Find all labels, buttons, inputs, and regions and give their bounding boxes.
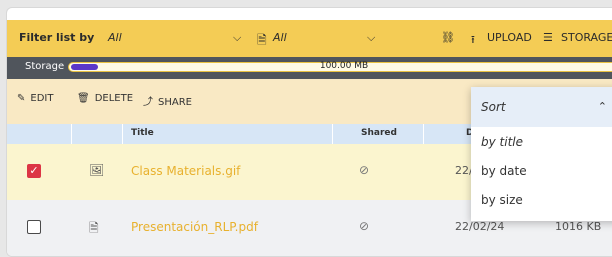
- file-name[interactable]: Presentación_RLP.pdf: [131, 220, 258, 234]
- file-size: 1016 KB: [555, 220, 602, 233]
- not-shared-icon: ⊘: [359, 163, 370, 177]
- storage-label: Storage: [25, 61, 65, 72]
- file-name[interactable]: Class Materials.gif: [131, 164, 240, 178]
- delete-label: DELETE: [94, 93, 134, 104]
- sort-option-date[interactable]: by date: [481, 164, 527, 178]
- edit-label: EDIT: [30, 93, 54, 104]
- sort-option-title[interactable]: by title: [481, 135, 523, 149]
- storage-icon[interactable]: ☰: [543, 31, 553, 44]
- not-shared-icon: ⊘: [359, 219, 370, 233]
- link-icon[interactable]: ⛓: [441, 31, 455, 44]
- upload-button[interactable]: UPLOAD: [487, 31, 532, 44]
- image-file-icon: 🖼: [89, 163, 105, 177]
- share-button[interactable]: ⤴ SHARE: [143, 93, 192, 108]
- header-check-cell: [7, 124, 71, 144]
- sort-option-size[interactable]: by size: [481, 193, 523, 207]
- document-file-icon: 🗎: [89, 221, 99, 235]
- edit-button[interactable]: ✎ EDIT: [17, 93, 53, 104]
- type-select-value[interactable]: All: [273, 31, 287, 44]
- storage-progress-track: 100.00 MB: [68, 61, 612, 72]
- filter-label: Filter list by: [19, 31, 95, 44]
- file-date: 22/02/24: [455, 220, 505, 233]
- pencil-icon: ✎: [17, 93, 26, 104]
- document-icon: 🗎: [257, 33, 267, 47]
- row-checkbox[interactable]: [27, 220, 41, 234]
- sort-title: Sort: [481, 100, 506, 114]
- column-title: Title: [131, 128, 154, 138]
- delete-button[interactable]: 🗑 DELETE: [77, 93, 133, 104]
- chevron-down-icon[interactable]: ⌵: [233, 31, 241, 45]
- filter-select-value[interactable]: All: [108, 31, 122, 44]
- column-shared: Shared: [361, 128, 397, 138]
- chevron-down-icon[interactable]: ⌵: [367, 31, 375, 45]
- filter-toolbar: Filter list by All ⌵ 🗎 All ⌵ ⛓ ⭱ UPLOAD …: [7, 20, 612, 57]
- sort-dropdown-header[interactable]: Sort ⌃: [471, 87, 612, 127]
- header-shared-cell[interactable]: Shared: [333, 124, 423, 144]
- storage-used-value: 100.00 MB: [319, 61, 369, 71]
- share-label: SHARE: [158, 97, 192, 108]
- row-checkbox[interactable]: ✓: [27, 164, 41, 178]
- trash-icon: 🗑: [77, 93, 90, 104]
- header-title-cell[interactable]: Title: [123, 124, 332, 144]
- share-icon: ⤴: [143, 97, 153, 108]
- upload-icon[interactable]: ⭱: [471, 31, 475, 50]
- sort-dropdown: Sort ⌃ by title by date by size: [471, 87, 612, 221]
- storage-bar: Storage 100.00 MB: [7, 57, 612, 79]
- file-manager-panel: Filter list by All ⌵ 🗎 All ⌵ ⛓ ⭱ UPLOAD …: [6, 7, 612, 257]
- storage-button[interactable]: STORAGE: [561, 31, 612, 44]
- header-icon-cell: [72, 124, 122, 144]
- chevron-up-icon[interactable]: ⌃: [598, 100, 607, 113]
